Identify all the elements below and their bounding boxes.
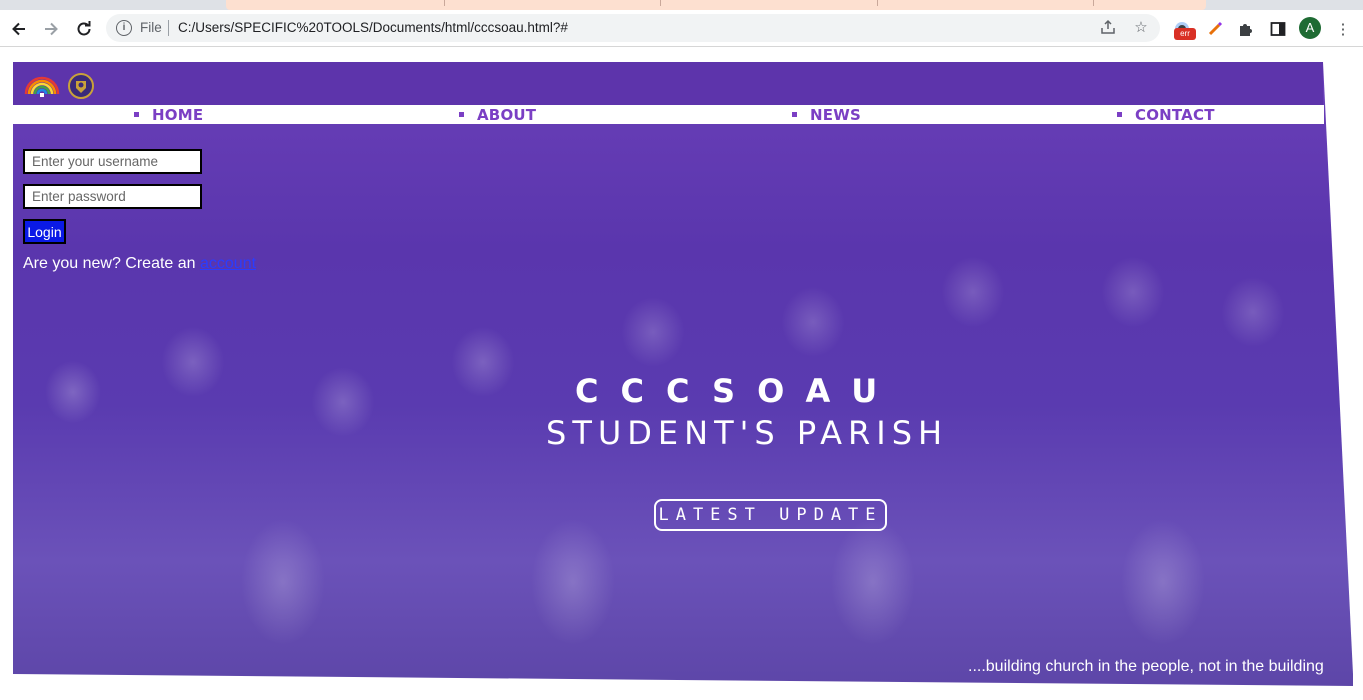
extension-error-badge: err [1174,28,1196,40]
reload-icon[interactable] [71,16,97,42]
bullet-icon [792,112,797,117]
nav-item-contact[interactable]: CONTACT [1117,105,1215,124]
active-tab[interactable] [226,0,1206,10]
nav-item-news[interactable]: NEWS [792,105,861,124]
tab-separator [660,0,661,6]
info-icon[interactable]: i [116,20,132,36]
nav-label[interactable]: HOME [152,106,203,124]
hero-subtitle: STUDENT'S PARISH [546,414,949,452]
nav-label[interactable]: NEWS [810,106,861,124]
tab-separator [1093,0,1094,6]
browser-toolbar: i File C:/Users/SPECIFIC%20TOOLS/Documen… [0,10,1363,47]
rainbow-logo-icon [23,72,60,98]
nav-item-home[interactable]: HOME [134,105,203,124]
hero-tagline: ....building church in the people, not i… [968,658,1324,675]
hero-section: HOME ABOUT NEWS CONTACT Login Are you ne… [13,62,1353,686]
puzzle-icon[interactable] [1235,18,1257,40]
signup-prompt-text: Are you new? Create an [23,255,200,272]
password-input[interactable] [23,184,202,209]
main-nav: HOME ABOUT NEWS CONTACT [13,105,1324,124]
file-scheme-label: File [140,20,162,35]
login-form: Login Are you new? Create an account [23,149,256,273]
site-header [13,62,1323,105]
forward-arrow-icon[interactable] [38,16,64,42]
bullet-icon [134,112,139,117]
nav-item-about[interactable]: ABOUT [459,105,536,124]
bullet-icon [1117,112,1122,117]
star-icon[interactable]: ☆ [1132,19,1150,37]
back-arrow-icon[interactable] [6,16,32,42]
share-icon[interactable] [1099,19,1117,37]
nav-label[interactable]: CONTACT [1135,106,1215,124]
login-button[interactable]: Login [23,219,66,244]
nav-label[interactable]: ABOUT [477,106,536,124]
create-account-link[interactable]: account [200,255,256,272]
side-panel-icon[interactable] [1267,18,1289,40]
kebab-menu-icon[interactable]: ⋮ [1332,18,1354,40]
page-viewport: HOME ABOUT NEWS CONTACT Login Are you ne… [0,48,1363,700]
latest-update-button[interactable]: LATEST UPDATE [654,499,887,531]
crest-logo-icon [67,72,97,99]
username-input[interactable] [23,149,202,174]
tab-strip [0,0,1363,10]
tab-separator [877,0,878,6]
omnibox-divider [168,20,169,36]
pen-extension-icon[interactable] [1204,18,1226,40]
hero-title: CCCSOAU [575,372,900,410]
url-text[interactable]: C:/Users/SPECIFIC%20TOOLS/Documents/html… [178,20,568,35]
bullet-icon [459,112,464,117]
signup-prompt: Are you new? Create an account [23,255,256,273]
address-bar[interactable]: i File C:/Users/SPECIFIC%20TOOLS/Documen… [106,14,1160,42]
avatar[interactable]: A [1299,17,1321,39]
tab-separator [444,0,445,6]
